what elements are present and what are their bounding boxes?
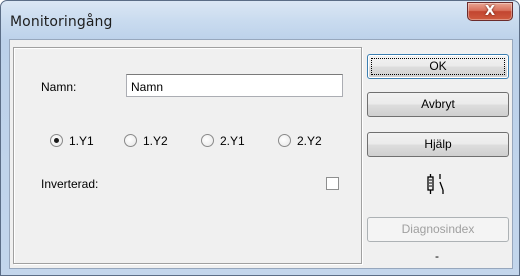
- ok-button[interactable]: OK: [367, 54, 509, 79]
- inverted-label: Inverterad:: [41, 177, 99, 191]
- dialog-window: Monitoringång X Namn: 1.Y1 1.Y2 2.Y1 2.Y…: [0, 0, 520, 276]
- diagnostics-value: -: [435, 249, 439, 263]
- radio-button[interactable]: [278, 134, 291, 147]
- title-bar[interactable]: Monitoringång X: [1, 1, 519, 39]
- name-label: Namn:: [41, 80, 77, 94]
- contact-switch-icon: [427, 174, 444, 194]
- cancel-button[interactable]: Avbryt: [367, 92, 509, 117]
- close-button[interactable]: X: [467, 2, 513, 21]
- radio-label: 2.Y2: [297, 134, 322, 148]
- radio-label: 2.Y1: [220, 134, 245, 148]
- inverted-checkbox[interactable]: [326, 177, 339, 190]
- settings-group: Namn: 1.Y1 1.Y2 2.Y1 2.Y2 Inverterad:: [13, 47, 362, 264]
- name-input[interactable]: [126, 74, 343, 97]
- window-title: Monitoringång: [10, 14, 113, 30]
- radio-button[interactable]: [201, 134, 214, 147]
- dialog-body: Namn: 1.Y1 1.Y2 2.Y1 2.Y2 Inverterad: OK: [9, 39, 513, 269]
- help-button[interactable]: Hjälp: [367, 132, 509, 157]
- radio-label: 1.Y1: [69, 134, 94, 148]
- radio-button[interactable]: [50, 134, 63, 147]
- radio-label: 1.Y2: [143, 134, 168, 148]
- close-icon: X: [484, 4, 496, 19]
- radio-button[interactable]: [124, 134, 137, 147]
- diagnostics-index-button: Diagnosindex: [367, 217, 509, 242]
